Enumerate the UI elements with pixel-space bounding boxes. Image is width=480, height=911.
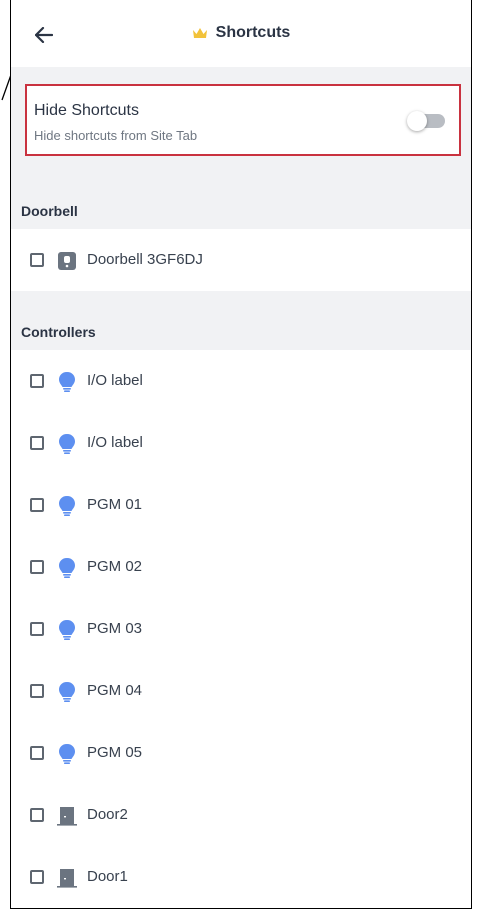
bulb-icon	[59, 434, 75, 454]
page-title: Shortcuts	[215, 24, 291, 41]
door-icon	[57, 807, 77, 826]
crown-icon	[192, 28, 207, 38]
list-item[interactable]: Door2	[11, 784, 471, 846]
item-checkbox[interactable]	[30, 436, 44, 450]
list-item[interactable]: PGM 02	[11, 536, 471, 598]
item-checkbox[interactable]	[30, 560, 44, 574]
hide-shortcuts-subtitle: Hide shortcuts from Site Tab	[34, 128, 198, 143]
doorbell-list: Doorbell 3GF6DJ	[11, 229, 471, 291]
toggle-knob	[407, 111, 427, 131]
bulb-icon	[59, 744, 75, 764]
controllers-list: I/O label I/O label PGM 01 PGM 02 PGM 03…	[11, 350, 471, 908]
door-icon	[57, 869, 77, 888]
hide-shortcuts-setting: Hide Shortcuts Hide shortcuts from Site …	[25, 84, 461, 156]
hide-shortcuts-toggle[interactable]	[407, 111, 445, 131]
bulb-icon	[59, 558, 75, 578]
bulb-icon	[59, 682, 75, 702]
list-item[interactable]: I/O label	[11, 412, 471, 474]
hide-shortcuts-title: Hide Shortcuts	[34, 102, 139, 119]
item-label: PGM 03	[87, 620, 143, 637]
item-checkbox[interactable]	[30, 498, 44, 512]
bulb-icon	[59, 620, 75, 640]
list-item[interactable]: PGM 03	[11, 598, 471, 660]
item-label: PGM 04	[87, 682, 143, 699]
list-item[interactable]: PGM 01	[11, 474, 471, 536]
item-label: Doorbell 3GF6DJ	[87, 251, 203, 268]
list-item[interactable]: Doorbell 3GF6DJ	[11, 229, 471, 291]
list-item[interactable]: PGM 05	[11, 722, 471, 784]
doorbell-icon	[58, 252, 76, 270]
item-label: I/O label	[87, 372, 143, 389]
list-item[interactable]: Door1	[11, 846, 471, 908]
item-checkbox[interactable]	[30, 808, 44, 822]
item-checkbox[interactable]	[30, 374, 44, 388]
item-checkbox[interactable]	[30, 622, 44, 636]
item-label: Door2	[87, 806, 128, 823]
item-label: PGM 05	[87, 744, 143, 761]
bulb-icon	[59, 372, 75, 392]
item-label: I/O label	[87, 434, 143, 451]
item-label: PGM 02	[87, 558, 143, 575]
bulb-icon	[59, 496, 75, 516]
list-item[interactable]: I/O label	[11, 350, 471, 412]
item-label: Door1	[87, 868, 128, 885]
item-checkbox[interactable]	[30, 684, 44, 698]
list-item[interactable]: PGM 04	[11, 660, 471, 722]
item-checkbox[interactable]	[30, 253, 44, 267]
app-screen: Shortcuts Hide Shortcuts Hide shortcuts …	[10, 0, 472, 909]
top-bar: Shortcuts	[11, 0, 471, 67]
section-heading-doorbell: Doorbell	[21, 203, 78, 219]
section-heading-controllers: Controllers	[21, 324, 96, 340]
page-title-group: Shortcuts	[11, 24, 471, 42]
item-checkbox[interactable]	[30, 870, 44, 884]
item-label: PGM 01	[87, 496, 143, 513]
item-checkbox[interactable]	[30, 746, 44, 760]
